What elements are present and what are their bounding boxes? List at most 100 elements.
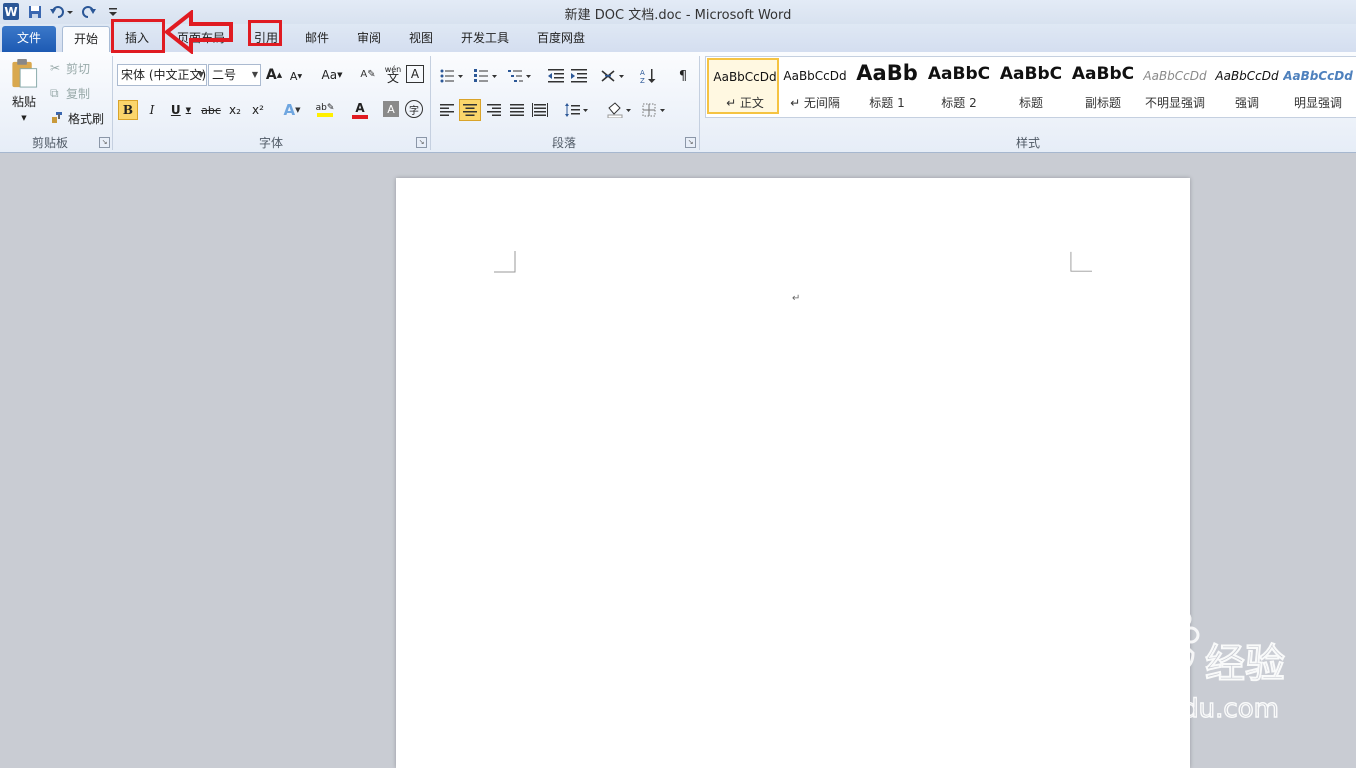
font-color-bar bbox=[352, 115, 368, 119]
font-size-combo[interactable]: 二号 ▼ bbox=[208, 64, 261, 86]
clipboard-group-label: 剪贴板 bbox=[31, 136, 68, 150]
font-color-icon: A bbox=[355, 101, 365, 115]
style-label: ↵ 无间隔 bbox=[790, 96, 840, 110]
redo-icon[interactable] bbox=[80, 3, 98, 20]
scissors-icon: ✂ bbox=[50, 61, 61, 75]
word-app-icon[interactable]: W bbox=[3, 3, 19, 20]
superscript-icon: x² bbox=[252, 103, 264, 117]
tab-baidu-disk[interactable]: 百度网盘 bbox=[528, 26, 594, 51]
text-effects-dropdown-icon: ▼ bbox=[295, 106, 301, 114]
sort-icon[interactable]: AZ bbox=[638, 66, 660, 86]
text-effects-icon: A bbox=[283, 101, 296, 119]
grow-font-icon: A bbox=[265, 67, 277, 83]
margin-corner-top-right bbox=[1070, 251, 1092, 272]
font-group-label: 字体 bbox=[258, 136, 283, 150]
copy-icon: ⧉ bbox=[50, 85, 59, 100]
save-icon[interactable] bbox=[26, 3, 44, 20]
text-effects-button[interactable]: A ▼ bbox=[278, 99, 306, 121]
increase-indent-icon[interactable] bbox=[569, 66, 589, 86]
style-emphasis[interactable]: AaBbCcDd 强调 bbox=[1211, 58, 1283, 114]
style-subtitle[interactable]: AaBbC 副标题 bbox=[1067, 58, 1139, 114]
tab-file[interactable]: 文件 bbox=[2, 26, 56, 52]
style-sample: AaBbCcDd bbox=[1215, 69, 1279, 83]
phonetic-guide-button[interactable]: wén 文 bbox=[382, 62, 404, 86]
shrink-font-button[interactable]: A ▼ bbox=[287, 67, 305, 85]
paint-bucket-icon bbox=[607, 102, 631, 118]
style-no-spacing[interactable]: AaBbCcDd ↵ 无间隔 bbox=[779, 58, 851, 114]
font-color-button[interactable]: A bbox=[345, 99, 375, 121]
paragraph-mark[interactable]: ↵ bbox=[792, 293, 800, 304]
strikethrough-button[interactable]: abc bbox=[200, 100, 222, 120]
bold-button[interactable]: B bbox=[118, 100, 138, 120]
numbering-button[interactable] bbox=[471, 66, 501, 86]
bold-icon: B bbox=[122, 103, 134, 117]
style-heading-2[interactable]: AaBbC 标题 2 bbox=[923, 58, 995, 114]
distributed-align-icon[interactable] bbox=[530, 100, 550, 120]
clear-format-button[interactable]: A✎ bbox=[358, 63, 378, 85]
margin-corner-top-left bbox=[494, 251, 516, 273]
cut-label: 剪切 bbox=[66, 61, 91, 76]
chinese-layout-button[interactable] bbox=[598, 66, 628, 86]
brush-icon bbox=[50, 110, 68, 127]
align-center-icon[interactable] bbox=[459, 99, 481, 121]
undo-icon[interactable] bbox=[48, 3, 76, 20]
tab-mailings[interactable]: 邮件 bbox=[296, 26, 338, 51]
style-label: 强调 bbox=[1234, 96, 1259, 110]
shading-button[interactable] bbox=[603, 100, 635, 120]
char-border-button[interactable]: A bbox=[406, 65, 424, 83]
tab-home[interactable]: 开始 bbox=[62, 26, 110, 52]
align-left-icon[interactable] bbox=[437, 100, 457, 120]
customize-qat-icon[interactable] bbox=[106, 3, 120, 20]
underline-button[interactable]: U ▼ bbox=[166, 100, 196, 120]
paste-label: 粘贴 bbox=[11, 95, 36, 109]
style-sample: AaBbCcDd bbox=[1143, 69, 1207, 83]
style-normal[interactable]: AaBbCcDd ↵ 正文 bbox=[707, 58, 779, 114]
subscript-button[interactable]: x₂ bbox=[225, 100, 245, 120]
highlight-button[interactable]: ab✎ bbox=[309, 99, 341, 121]
style-intense-emphasis[interactable]: AaBbCcDd 明显强调 bbox=[1283, 58, 1353, 114]
format-painter-button[interactable]: 格式刷 bbox=[50, 109, 108, 127]
change-case-button[interactable]: Aa ▼ bbox=[318, 65, 346, 85]
style-label: 标题 bbox=[1018, 96, 1043, 110]
watermark-jingyan: 经验 bbox=[1205, 641, 1285, 687]
style-sample: AaBbCcDd bbox=[713, 70, 777, 84]
show-marks-icon[interactable]: ¶ bbox=[674, 66, 692, 86]
line-spacing-button[interactable] bbox=[563, 100, 591, 120]
multilevel-list-icon bbox=[508, 70, 531, 82]
grow-font-button[interactable]: A ▲ bbox=[265, 65, 283, 85]
numbering-icon bbox=[474, 69, 497, 82]
style-sample: AaBbC bbox=[1071, 64, 1135, 84]
decrease-indent-icon[interactable] bbox=[546, 66, 566, 86]
font-name-combo[interactable]: 宋体 (中文正文) ▼ bbox=[117, 64, 207, 86]
insert-tab-highlight-box bbox=[111, 19, 165, 53]
style-title[interactable]: AaBbC 标题 bbox=[995, 58, 1067, 114]
copy-button[interactable]: ⧉ 复制 bbox=[50, 84, 100, 102]
tab-view[interactable]: 视图 bbox=[400, 26, 442, 51]
cut-button[interactable]: ✂ 剪切 bbox=[50, 59, 100, 77]
style-heading-1[interactable]: AaBb 标题 1 bbox=[851, 58, 923, 114]
superscript-button[interactable]: x² bbox=[248, 100, 268, 120]
svg-text:A: A bbox=[640, 69, 645, 77]
red-arrow-icon bbox=[165, 10, 233, 54]
justify-icon[interactable] bbox=[507, 100, 527, 120]
phonetic-guide-icon: 文 bbox=[386, 71, 399, 85]
style-label: 不明显强调 bbox=[1144, 96, 1205, 110]
font-launcher-icon[interactable]: ↘ bbox=[416, 137, 427, 148]
char-shading-button[interactable]: A bbox=[383, 101, 399, 117]
paste-button[interactable]: 粘贴 ▼ bbox=[6, 58, 42, 122]
multilevel-list-button[interactable] bbox=[505, 66, 535, 86]
align-right-icon[interactable] bbox=[484, 100, 504, 120]
style-sample: AaBbCcDd bbox=[783, 69, 847, 83]
clipboard-launcher-icon[interactable]: ↘ bbox=[99, 137, 110, 148]
enclose-char-button[interactable]: 字 bbox=[405, 100, 423, 118]
watermark-url: jingyan.baidu.com bbox=[1038, 694, 1279, 724]
tab-developer[interactable]: 开发工具 bbox=[452, 26, 518, 51]
bullets-button[interactable] bbox=[437, 66, 467, 86]
italic-button[interactable]: I bbox=[142, 100, 162, 120]
svg-text:Z: Z bbox=[640, 77, 645, 84]
style-sample: AaBb bbox=[856, 61, 918, 85]
borders-button[interactable] bbox=[640, 100, 670, 120]
paragraph-launcher-icon[interactable]: ↘ bbox=[685, 137, 696, 148]
style-subtle-emphasis[interactable]: AaBbCcDd 不明显强调 bbox=[1139, 58, 1211, 114]
tab-review[interactable]: 审阅 bbox=[348, 26, 390, 51]
